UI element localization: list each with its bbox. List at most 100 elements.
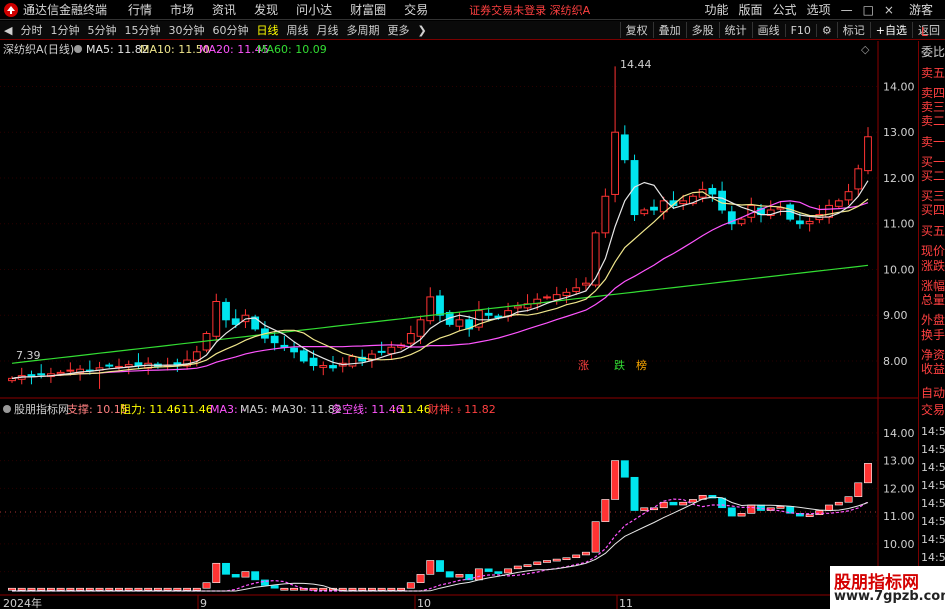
indicator-body bbox=[727, 507, 736, 517]
period-5min[interactable]: 5分钟 bbox=[83, 22, 120, 38]
chart-area[interactable]: 8.009.0010.0011.0012.0013.0014.00 9.0010… bbox=[0, 41, 945, 609]
marker-rank[interactable]: 榜 bbox=[636, 358, 647, 372]
indicator-body bbox=[611, 460, 620, 500]
minimize-icon[interactable]: — bbox=[836, 3, 858, 17]
right-letter[interactable]: L bbox=[921, 25, 928, 39]
indicator-body bbox=[46, 587, 55, 591]
indicator-body bbox=[552, 558, 561, 562]
indicator-body bbox=[387, 587, 396, 591]
indicator-body bbox=[56, 587, 65, 591]
time-label-10: 10 bbox=[417, 597, 431, 609]
indicator-body bbox=[805, 514, 814, 518]
candle-body bbox=[329, 365, 337, 369]
marker-up[interactable]: 涨 bbox=[578, 359, 589, 372]
side-label-outer: 外盘 bbox=[921, 313, 945, 327]
app-name: 通达信金融终端 bbox=[23, 3, 108, 17]
candle-body bbox=[679, 200, 688, 205]
candle-body bbox=[650, 206, 658, 211]
candle-body bbox=[796, 220, 804, 225]
guest-login[interactable]: 游客 bbox=[899, 1, 945, 18]
side-label-sell4: 卖四 bbox=[921, 86, 945, 100]
sub-dropdown-icon[interactable] bbox=[3, 405, 11, 413]
watermark-url: www.7gpzb.com bbox=[834, 589, 945, 604]
indicator-body bbox=[455, 574, 464, 578]
tool-mark[interactable]: 标记 bbox=[836, 22, 870, 38]
tool-add-watchlist[interactable]: +自选 bbox=[869, 22, 912, 38]
period-60min[interactable]: 60分钟 bbox=[208, 22, 252, 38]
low-label: 7.39 bbox=[16, 349, 41, 362]
tool-statistics[interactable]: 统计 bbox=[718, 22, 752, 38]
period-intraday[interactable]: 分时 bbox=[16, 22, 46, 38]
indicator-body bbox=[854, 482, 863, 497]
maximize-icon[interactable]: □ bbox=[858, 3, 879, 17]
candle-body bbox=[192, 351, 201, 361]
indicator-body bbox=[105, 587, 114, 591]
tool-adjust[interactable]: 复权 bbox=[619, 22, 653, 38]
indicator-body bbox=[27, 587, 36, 591]
side-trade-button[interactable]: 交易 bbox=[921, 403, 945, 417]
indicator-body bbox=[115, 587, 123, 591]
indicator-body bbox=[183, 587, 192, 591]
close-icon[interactable]: × bbox=[879, 3, 899, 17]
indicator-body bbox=[484, 568, 493, 572]
menu-ask[interactable]: 问小达 bbox=[287, 1, 341, 18]
tool-f10[interactable]: F10 bbox=[784, 23, 816, 37]
menu-function[interactable]: 功能 bbox=[700, 1, 734, 18]
period-monthly[interactable]: 月线 bbox=[312, 22, 342, 38]
side-time-3: 14:56 bbox=[921, 461, 945, 474]
indicator-body bbox=[144, 587, 153, 591]
indicator-body bbox=[17, 587, 26, 591]
candle-body bbox=[834, 200, 843, 207]
candle-body bbox=[416, 319, 425, 337]
menu-trade[interactable]: 交易 bbox=[395, 1, 437, 18]
indicator-body bbox=[669, 501, 678, 506]
candle-body bbox=[124, 364, 133, 367]
period-more[interactable]: 更多 bbox=[383, 22, 413, 38]
tool-back[interactable]: 返回 bbox=[912, 22, 945, 38]
period-1min[interactable]: 1分钟 bbox=[46, 22, 83, 38]
indicator-body bbox=[367, 587, 376, 591]
time-label-9: 9 bbox=[200, 597, 207, 609]
menu-market[interactable]: 市场 bbox=[161, 1, 203, 18]
indicator-body bbox=[241, 571, 250, 578]
side-label-sell1: 卖一 bbox=[921, 135, 945, 149]
tool-overlay[interactable]: 叠加 bbox=[652, 22, 686, 38]
indicator-body bbox=[173, 587, 182, 591]
chevron-right-icon[interactable]: ❯ bbox=[413, 24, 430, 37]
indicator-body bbox=[290, 587, 299, 591]
tool-multi-stock[interactable]: 多股 bbox=[685, 22, 719, 38]
login-notice[interactable]: 证券交易未登录 深纺织A bbox=[469, 2, 590, 18]
candle-body bbox=[601, 195, 610, 234]
indicator-body bbox=[747, 504, 756, 514]
indicator-body bbox=[436, 560, 444, 572]
menu-layout[interactable]: 版面 bbox=[734, 1, 768, 18]
indicator-body bbox=[37, 587, 46, 591]
menu-options[interactable]: 选项 bbox=[802, 1, 836, 18]
period-weekly[interactable]: 周线 bbox=[282, 22, 312, 38]
period-30min[interactable]: 30分钟 bbox=[164, 22, 208, 38]
side-auto-button[interactable]: 自动 bbox=[921, 386, 945, 400]
title-dropdown-icon[interactable] bbox=[74, 45, 82, 53]
menu-formula[interactable]: 公式 bbox=[768, 1, 802, 18]
period-multi[interactable]: 多周期 bbox=[342, 22, 383, 38]
scroll-left-icon[interactable]: ◀ bbox=[0, 24, 16, 37]
candle-body bbox=[290, 347, 298, 353]
candle-body bbox=[854, 168, 863, 190]
indicator-body bbox=[591, 521, 600, 553]
period-15min[interactable]: 15分钟 bbox=[120, 22, 164, 38]
menu-news[interactable]: 资讯 bbox=[203, 1, 245, 18]
menu-discover[interactable]: 发现 bbox=[245, 1, 287, 18]
marker-down[interactable]: 跌 bbox=[614, 358, 625, 372]
side-label-volume: 总量 bbox=[921, 293, 945, 307]
candle-body bbox=[309, 357, 318, 367]
gear-icon[interactable]: ⚙ bbox=[815, 23, 837, 37]
menu-wealth[interactable]: 财富圈 bbox=[341, 1, 395, 18]
sub-price-tick: 13.00 bbox=[883, 455, 915, 468]
side-label-buy4: 买四 bbox=[921, 203, 945, 217]
tool-draw[interactable]: 画线 bbox=[751, 22, 785, 38]
menu-quotes[interactable]: 行情 bbox=[119, 1, 161, 18]
indicator-body bbox=[397, 587, 406, 591]
indicator-body bbox=[630, 476, 639, 511]
period-daily[interactable]: 日线 bbox=[252, 22, 282, 38]
diamond-icon[interactable]: ◇ bbox=[861, 43, 870, 56]
